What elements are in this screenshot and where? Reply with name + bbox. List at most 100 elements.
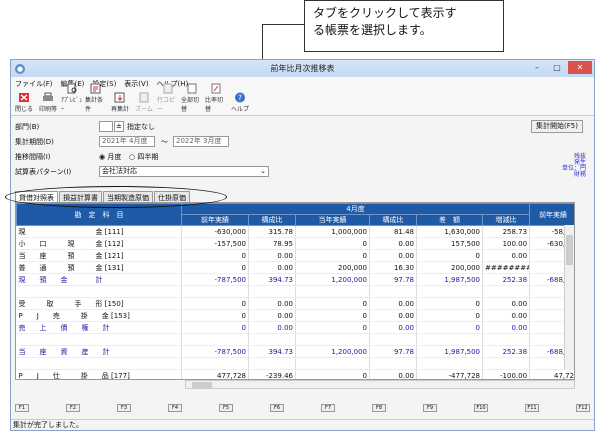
value-cell: 0.00 [248,297,296,310]
fkey-f7[interactable]: F7 [321,404,335,412]
header-prev-actual: 前年実績 [181,214,249,226]
table-row[interactable]: P J 売 掛 金 [153] 0 0.00 0 0.00 0 0.00 [16,309,574,322]
header-change-ratio: 増減比 [481,214,531,226]
value-cell [416,285,483,298]
period-label: 集計期間(D) [15,138,54,146]
account-name-cell: 当 座 資 産 計 [16,345,182,358]
criteria-button[interactable]: 集計条件 [85,83,107,113]
vertical-scroll-thumb[interactable] [566,235,573,265]
value-cell: 47,72 [529,369,574,379]
fkey-f2[interactable]: F2 [66,404,80,412]
table-row[interactable]: P J 仕 掛 品 [177] 477,728 -239.46 0 0.00 -477,7… [16,369,574,379]
print-button[interactable]: 印刷等 [37,92,59,113]
zoom-label: ズーム [135,106,153,113]
fkey-f10[interactable]: F10 [474,404,488,412]
table-row[interactable]: 現 預 金 計 -787,500 394.73 1,200,000 97.78 1,987… [16,273,574,286]
value-cell: 0.00 [248,309,296,322]
fkey-f4[interactable]: F4 [168,404,182,412]
menu-file[interactable]: ファイル(F) [15,79,53,89]
fkey-f12[interactable]: F12 [576,404,590,412]
help-button[interactable]: ? ヘルプ [229,92,251,113]
close-tool-button[interactable]: 閉じる [13,92,35,113]
fkey-f9[interactable]: F9 [423,404,437,412]
table-row[interactable] [16,333,574,346]
table-row[interactable]: 普 通 預 金 [131] 0 0.00 200,000 16.30 200,000 ###… [16,261,574,274]
callout-line-2: る帳票を選択します。 [313,23,432,37]
value-cell [482,333,531,346]
horizontal-scrollbar[interactable] [185,380,575,389]
fkey-f1[interactable]: F1 [15,404,29,412]
period-to-input[interactable]: 2022年 3月度 [173,136,229,147]
zoom-button[interactable]: ズーム [133,92,155,113]
row-copy-button[interactable]: 行コピー [157,83,179,113]
value-cell: 0.00 [248,261,296,274]
dept-lookup-button[interactable]: ± [114,121,124,132]
menu-view[interactable]: 表示(V) [124,79,148,89]
maximize-button[interactable]: □ [548,61,566,74]
value-cell: -477,728 [416,369,483,379]
vertical-scrollbar[interactable] [564,225,574,369]
value-cell [416,357,483,370]
fkey-f8[interactable]: F8 [372,404,386,412]
window-title: 前年比月次推移表 [270,64,335,73]
ratio-toggle-button[interactable]: 比率切替 [205,83,227,113]
table-row[interactable]: 小 口 現 金 [112] -157,500 78.95 0 0.00 157,500 10… [16,237,574,250]
start-calc-button[interactable]: 集計開始(F5) [531,120,583,133]
value-cell: 0 [295,309,370,322]
value-cell: 0 [181,249,249,262]
table-row[interactable]: 売 上 債 権 計 0 0.00 0 0.00 0 0.00 [16,321,574,334]
dept-code-input[interactable] [99,121,113,132]
pattern-value: 会社法対応 [102,167,137,175]
fkey-f3[interactable]: F3 [117,404,131,412]
value-cell: 0 [295,369,370,379]
recalc-button[interactable]: 再集計 [109,92,131,113]
table-row[interactable] [16,357,574,370]
close-button[interactable]: ✕ [568,61,592,74]
preview-button[interactable]: ｱﾌﾟﾚﾋﾞｭｰ [61,83,83,113]
minimize-button[interactable]: – [528,61,546,74]
value-cell: 0.00 [369,297,417,310]
all-toggle-button[interactable]: 全部切替 [181,83,203,113]
value-cell: -239.46 [248,369,296,379]
preview-icon [67,83,77,94]
table-row[interactable] [16,285,574,298]
value-cell: 0.00 [369,309,417,322]
period-from-input[interactable]: 2021年 4月度 [99,136,155,147]
account-name-cell: 受 取 手 形 [150] [16,297,182,310]
header-month: 4月度 [180,203,531,215]
table-row[interactable]: 受 取 手 形 [150] 0 0.00 0 0.00 0 0.00 [16,297,574,310]
header-difference: 差 額 [416,214,483,226]
recalc-label: 再集計 [110,106,129,113]
value-cell: 1,200,000 [295,345,370,358]
dept-value: 指定なし [127,123,155,131]
value-cell: 0.00 [369,249,417,262]
horizontal-scroll-thumb[interactable] [192,382,212,388]
value-cell: ######## [482,261,531,274]
value-cell [369,357,417,370]
value-cell: 394.73 [248,345,296,358]
table-row[interactable]: 当 座 資 産 計 -787,500 394.73 1,200,000 97.78 1,9… [16,345,574,358]
fkey-f6[interactable]: F6 [270,404,284,412]
fkey-f11[interactable]: F11 [525,404,539,412]
interval-quarter-radio[interactable]: ○ 四半期 [129,152,158,162]
value-cell: 0 [295,321,370,334]
account-name-cell [16,333,182,346]
header-account: 勘 定 科 目 [16,203,182,226]
header-ratio-2: 構成比 [369,214,417,226]
callout-line-1: タブをクリックして表示す [313,6,457,20]
account-name-cell: P J 仕 掛 品 [177] [16,369,182,379]
value-cell: -787,500 [181,345,249,358]
table-row[interactable]: 当 座 預 金 [121] 0 0.00 0 0.00 0 0.00 [16,249,574,262]
value-cell: 0 [416,321,483,334]
value-cell: 0.00 [369,237,417,250]
value-cell [248,333,296,346]
value-cell: -630,000 [181,225,249,238]
table-row[interactable]: 現 金 [111] -630,000 315.78 1,000,000 81.48 1,6… [16,225,574,238]
value-cell: 0 [416,297,483,310]
pattern-label: 試算表パターン(I) [15,168,72,176]
fkey-f5[interactable]: F5 [219,404,233,412]
value-cell: 1,630,000 [416,225,483,238]
help-icon: ? [235,92,245,103]
interval-month-radio[interactable]: ◉ 月度 [99,152,121,162]
pattern-select[interactable]: 会社法対応 ⌄ [99,166,269,177]
